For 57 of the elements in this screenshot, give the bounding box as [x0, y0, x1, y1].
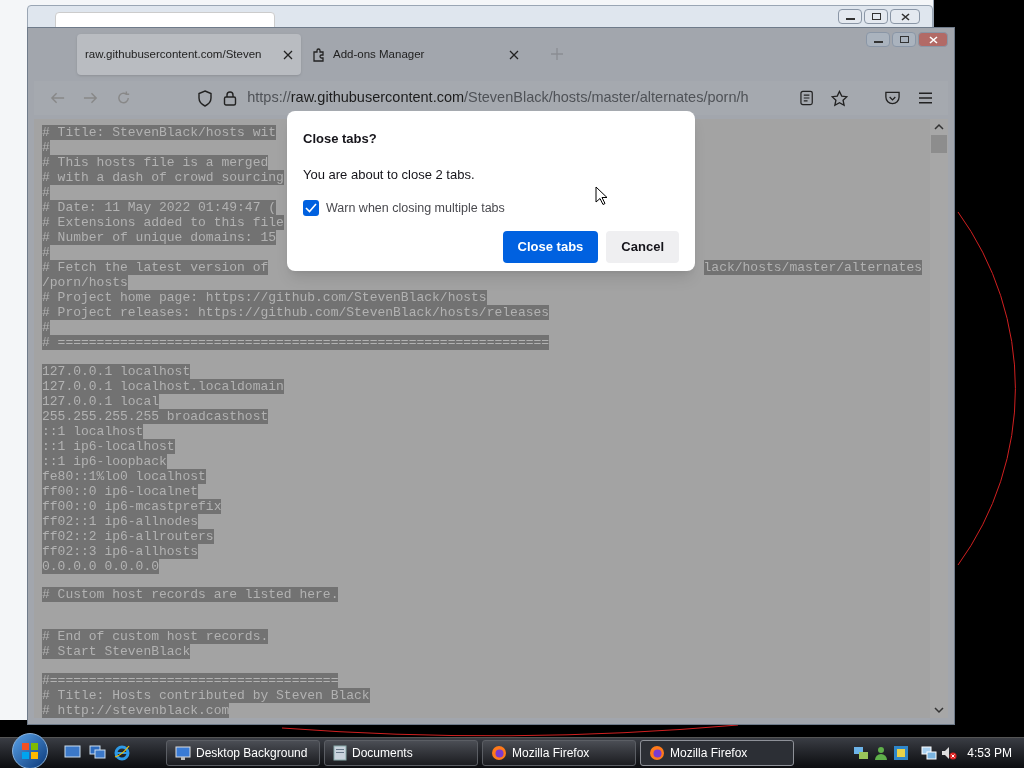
minimize-button[interactable] — [838, 9, 862, 24]
menu-icon[interactable] — [918, 92, 932, 104]
browser-tab[interactable]: Add-ons Manager — [303, 34, 527, 75]
star-icon[interactable] — [830, 89, 848, 107]
scrollbar[interactable] — [930, 119, 948, 718]
puzzle-icon — [311, 46, 327, 63]
window-switch-icon[interactable] — [89, 745, 106, 759]
close-button[interactable] — [890, 9, 920, 24]
taskbar-label: Desktop Background — [196, 745, 308, 762]
close-icon — [900, 12, 910, 21]
taskbar-button[interactable]: Desktop Background — [166, 740, 320, 766]
checkbox-label: Warn when closing multiple tabs — [326, 200, 505, 217]
close-icon[interactable] — [509, 49, 519, 60]
cancel-button[interactable]: Cancel — [606, 230, 679, 263]
user-icon[interactable] — [873, 745, 890, 761]
firefox-icon — [491, 745, 507, 761]
tab-title: raw.githubusercontent.com/Steven — [85, 46, 263, 62]
firefox-icon — [649, 745, 665, 761]
taskbar-button[interactable]: Mozilla Firefox — [640, 740, 794, 766]
close-icon[interactable] — [283, 49, 293, 60]
maximize-button[interactable] — [864, 9, 888, 24]
dialog-message: You are about to close 2 tabs. — [303, 165, 476, 184]
tab-title: Add-ons Manager — [333, 46, 426, 62]
minimize-button[interactable] — [866, 32, 890, 47]
taskbar-label: Mozilla Firefox — [670, 745, 748, 762]
taskbar-label: Documents — [352, 745, 413, 762]
desktop-icon[interactable] — [64, 745, 81, 759]
browser-tab[interactable]: raw.githubusercontent.com/Steven — [77, 34, 301, 75]
document-icon — [333, 745, 347, 761]
reader-view-icon[interactable] — [799, 90, 813, 106]
checkbox[interactable] — [303, 200, 319, 217]
network-icon[interactable] — [853, 745, 870, 761]
browser-icon[interactable] — [114, 745, 130, 761]
address-bar[interactable]: https://raw.githubusercontent.com/StevenBlack/hosts/master/alternates/porn/h — [197, 84, 782, 112]
close-tabs-button[interactable]: Close tabs — [502, 230, 599, 263]
windows-logo-icon — [21, 742, 39, 760]
shield-icon[interactable] — [197, 89, 214, 107]
lock-icon[interactable] — [223, 90, 238, 106]
start-button[interactable] — [12, 733, 48, 768]
maximize-button[interactable] — [892, 32, 916, 47]
pocket-icon[interactable] — [883, 90, 901, 106]
scroll-up-icon[interactable] — [934, 123, 944, 130]
cursor-icon — [595, 186, 608, 206]
app-icon[interactable] — [893, 745, 910, 761]
scroll-down-icon[interactable] — [934, 707, 944, 714]
computers-icon[interactable] — [921, 745, 938, 761]
muted-speaker-icon[interactable] — [941, 745, 958, 761]
monitor-icon — [175, 745, 191, 761]
taskbar-button[interactable]: Documents — [324, 740, 478, 766]
clock: 4:53 PM — [967, 745, 1012, 762]
close-icon — [928, 35, 938, 44]
taskbar-label: Mozilla Firefox — [512, 745, 590, 762]
tab[interactable] — [55, 12, 275, 28]
dialog-title: Close tabs? — [303, 130, 378, 148]
scrollbar-thumb[interactable] — [931, 135, 947, 153]
taskbar-button[interactable]: Mozilla Firefox — [482, 740, 636, 766]
url-text: https://raw.githubusercontent.com/StevenBlack/hosts/master/alternates/porn/h — [247, 88, 749, 108]
